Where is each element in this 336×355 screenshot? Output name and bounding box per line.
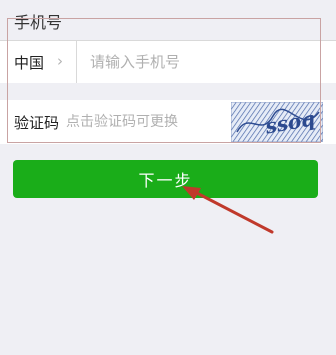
captcha-image[interactable]: ssoq: [231, 102, 323, 142]
phone-input[interactable]: [90, 48, 310, 76]
separator-band: [0, 83, 336, 100]
next-step-button[interactable]: 下一步: [13, 160, 318, 198]
phone-section-title: 手机号: [14, 13, 63, 32]
verification-label: 验证码: [14, 114, 60, 132]
chevron-right-icon[interactable]: ›: [57, 52, 63, 70]
phone-row: 中国 ›: [0, 41, 336, 83]
divider: [76, 41, 77, 83]
verification-input[interactable]: [66, 108, 226, 136]
country-selector[interactable]: 中国: [14, 52, 44, 73]
